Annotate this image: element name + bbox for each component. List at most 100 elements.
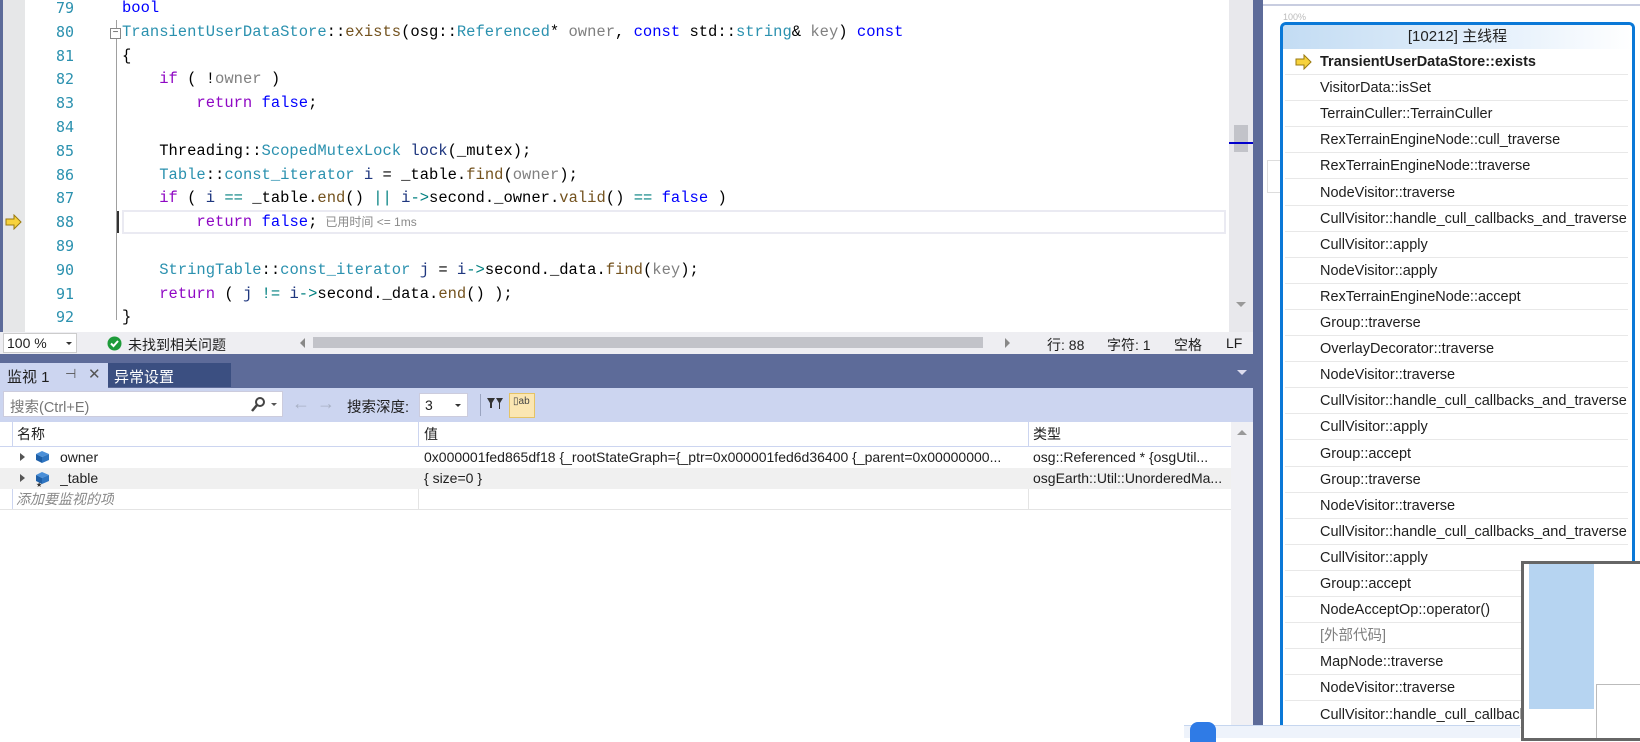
stack-frame[interactable]: CullVisitor::handle_cull_callbacks_and_t… (1285, 388, 1628, 415)
whitespace-indicator[interactable]: 空格 (1174, 335, 1202, 355)
code-line[interactable]: return false; (122, 91, 317, 115)
code-line[interactable]: if ( i == _table.end() || i->second._own… (122, 186, 727, 210)
scroll-thumb[interactable] (1234, 125, 1248, 152)
scroll-left-icon[interactable] (300, 338, 305, 348)
stack-frame[interactable]: CullVisitor::handle_cull_callbacks_and_t… (1285, 206, 1628, 232)
code-token: = (429, 260, 457, 279)
stack-frame[interactable]: CullVisitor::handle_cull_callbacks_and_t… (1285, 519, 1628, 545)
expand-icon[interactable] (20, 453, 25, 461)
line-number: 92 (55, 308, 74, 327)
scroll-up-icon[interactable] (1237, 430, 1247, 435)
back-arrow-icon[interactable]: ← (292, 393, 310, 414)
glyph-margin[interactable] (3, 0, 25, 332)
stack-frame[interactable]: RexTerrainEngineNode::traverse (1285, 153, 1628, 180)
grid-vertical-scrollbar[interactable] (1231, 422, 1253, 738)
perf-tip[interactable]: 已用时间 <= 1ms (325, 215, 416, 229)
stack-frame-label: CullVisitor::apply (1320, 549, 1428, 566)
line-number: 81 (55, 46, 74, 65)
code-editor[interactable]: − 79 bool 80 TransientUserDataStore::exists… (25, 0, 1229, 332)
code-token: () ); (466, 284, 513, 303)
code-line[interactable]: bool (122, 0, 159, 20)
code-line[interactable]: Table::const_iterator i = _table.find(ow… (122, 163, 578, 187)
search-input[interactable]: 搜索(Ctrl+E) (3, 391, 283, 417)
stack-frame-label: TransientUserDataStore::exists (1320, 54, 1536, 70)
stack-frame[interactable]: CullVisitor::apply (1285, 232, 1628, 258)
code-token: j (419, 260, 430, 279)
window-menu-icon[interactable] (1237, 370, 1247, 375)
code-token: find (466, 165, 504, 184)
stack-frame[interactable]: NodeVisitor::apply (1285, 258, 1628, 284)
watch-row[interactable]: owner 0x000001fed865df18 {_rootStateGrap… (0, 447, 1231, 468)
add-watch-row[interactable]: 添加要监视的项 (0, 489, 1231, 510)
scroll-down-icon[interactable] (1236, 302, 1246, 307)
code-token: find (605, 260, 643, 279)
minimap-viewport[interactable] (1529, 564, 1594, 709)
stack-frame-label: NodeVisitor::traverse (1320, 367, 1456, 384)
code-line[interactable]: TransientUserDataStore::exists(osg::Refe… (122, 20, 903, 44)
editor-vertical-scrollbar[interactable] (1229, 0, 1253, 332)
scroll-right-icon[interactable] (1005, 338, 1010, 348)
code-line[interactable]: return ( j != i->second._data.end() ); (122, 282, 513, 306)
stack-frame[interactable]: Group::accept (1285, 441, 1628, 467)
chevron-down-icon[interactable] (271, 403, 277, 406)
stack-frame[interactable]: NodeVisitor::traverse (1285, 362, 1628, 389)
search-depth-dropdown[interactable]: 3 (419, 393, 468, 417)
code-token: Referenced (456, 22, 550, 41)
zoom-value: 100 % (7, 335, 47, 351)
pin-icon[interactable]: ⊣ (65, 366, 76, 382)
issues-status[interactable]: 未找到相关问题 (128, 335, 226, 355)
minimap-thumbnail[interactable] (1521, 561, 1640, 741)
code-token: lock (410, 141, 448, 160)
stack-frame[interactable]: Group::traverse (1285, 310, 1628, 336)
watch-row[interactable]: ★ _table { size=0 } osgEarth::Util::Unor… (0, 468, 1231, 489)
collapse-toggle-icon[interactable]: − (110, 28, 121, 39)
stack-frame[interactable]: OverlayDecorator::traverse (1285, 336, 1628, 363)
forward-arrow-icon[interactable]: → (317, 393, 335, 414)
stack-frame[interactable]: VisitorData::isSet (1285, 75, 1628, 102)
stack-frame[interactable]: NodeVisitor::traverse (1285, 180, 1628, 206)
stack-frame[interactable]: RexTerrainEngineNode::accept (1285, 284, 1628, 310)
search-icon[interactable] (251, 397, 265, 412)
stack-frame[interactable]: RexTerrainEngineNode::cull_traverse (1285, 127, 1628, 154)
horizontal-scroll-thumb[interactable] (313, 337, 983, 348)
eol-indicator[interactable]: LF (1226, 335, 1242, 351)
column-header-type[interactable]: 类型 (1033, 424, 1061, 445)
stack-frame-label: Group::accept (1320, 576, 1412, 592)
code-line[interactable]: { (122, 44, 131, 68)
expand-icon[interactable] (20, 474, 25, 482)
column-header-name[interactable]: 名称 (17, 424, 45, 445)
stack-frame[interactable]: NodeVisitor::traverse (1285, 493, 1628, 519)
hex-display-toggle[interactable]: ▯ab (509, 393, 535, 418)
column-header-value[interactable]: 值 (424, 424, 438, 445)
stack-frame[interactable]: TransientUserDataStore::exists (1285, 49, 1628, 75)
zoom-dropdown[interactable]: 100 % (3, 333, 77, 353)
code-line[interactable]: return false; 已用时间 <= 1ms (122, 210, 416, 234)
stack-frame-label: RexTerrainEngineNode::traverse (1320, 158, 1531, 175)
char-indicator[interactable]: 字符: 1 (1107, 335, 1151, 355)
add-watch-placeholder[interactable]: 添加要监视的项 (16, 489, 114, 510)
filter-pin-icon[interactable] (486, 396, 504, 414)
code-line[interactable]: Threading::ScopedMutexLock lock(_mutex); (122, 139, 531, 163)
stack-frame-label: NodeVisitor::apply (1320, 262, 1438, 279)
close-icon[interactable]: ✕ (88, 365, 101, 383)
tab-exception-settings[interactable]: 异常设置 (108, 363, 231, 387)
stack-frame[interactable]: Group::traverse (1285, 467, 1628, 493)
code-line[interactable]: } (122, 305, 131, 329)
splitter[interactable] (1253, 0, 1263, 738)
tab-watch-1[interactable]: 监视 1 ⊣ ✕ (0, 363, 108, 388)
line-indicator[interactable]: 行: 88 (1047, 335, 1084, 355)
code-token: ( (215, 284, 243, 303)
code-line[interactable]: if ( !owner ) (122, 67, 280, 91)
code-token: bool (122, 0, 160, 17)
ime-logo-icon[interactable] (1190, 722, 1216, 742)
code-token: } (122, 308, 132, 327)
code-token: :: (261, 260, 281, 279)
stack-frame[interactable]: CullVisitor::apply (1285, 414, 1628, 441)
code-line[interactable]: StringTable::const_iterator j = i->secon… (122, 258, 699, 282)
stack-frame[interactable]: TerrainCuller::TerrainCuller (1285, 101, 1628, 128)
ime-toolbar[interactable] (1184, 722, 1520, 742)
